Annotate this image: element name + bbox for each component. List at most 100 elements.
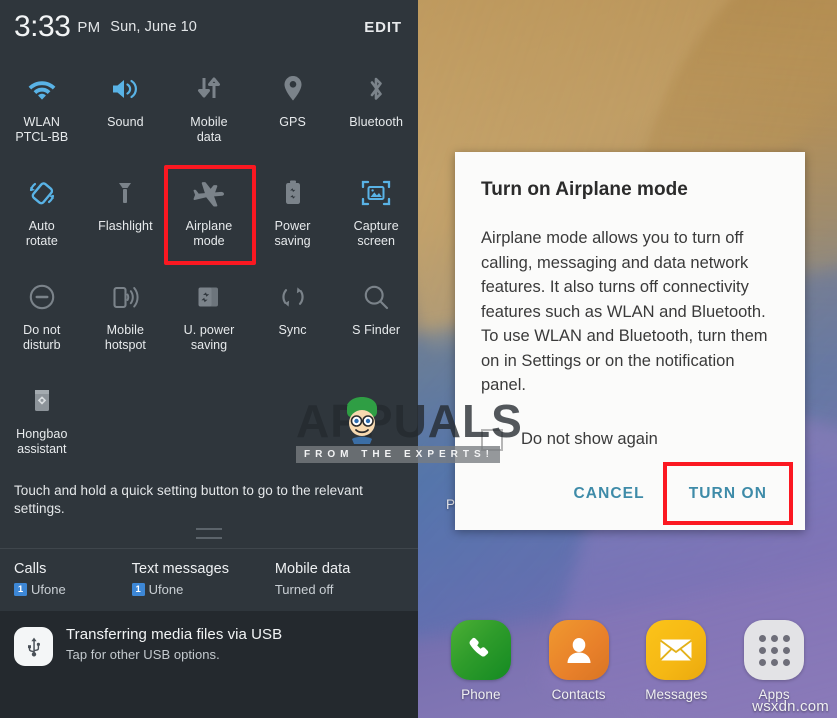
turn-on-button-wrapper: TURN ON [662,461,793,525]
apps-grid-icon [744,620,805,680]
sim-status-value-row: 1 Ufone [14,580,132,599]
quick-tile-sublabel: assistant [17,442,67,456]
apps-grid-dots [758,634,790,666]
notification-usb[interactable]: Transferring media files via USB Tap for… [0,623,418,666]
quick-tile-ultra-power-saving[interactable]: U. power saving [167,266,251,370]
dock-label: Phone [461,687,501,702]
bluetooth-icon [364,70,388,108]
quick-tile-label: Mobile [106,323,145,337]
airplane-mode-dialog: Turn on Airplane mode Airplane mode allo… [455,152,805,530]
quick-tile-label: Power [274,219,311,233]
clock-time: 3:33 [14,10,71,43]
sim-slot-badge: 1 [131,583,145,596]
home-screen-panel: P Turn on Airplane mode Airplane mode al… [418,0,837,718]
do-not-show-again-checkbox[interactable] [481,428,503,451]
quick-tile-label: Sync [278,323,307,337]
mobile-hotspot-icon [111,278,139,316]
messages-envelope-icon [646,620,707,680]
quick-tile-bluetooth[interactable]: Bluetooth [334,58,418,162]
quick-tile-sublabel: PTCL-BB [15,130,69,144]
quick-tile-label: Flashlight [98,219,153,233]
quick-tile-power-saving[interactable]: Power saving [251,162,335,266]
quick-tile-sublabel: data [196,130,222,144]
quick-tile-label: Airplane [185,219,233,233]
quick-tile-gps[interactable]: GPS [251,58,335,162]
dialog-actions: CANCEL TURN ON [481,461,793,525]
sim-slot-badge: 1 [14,583,27,596]
quick-tile-label: Bluetooth [349,115,404,129]
quick-tile-sublabel: screen [357,234,395,248]
sim-status-title: Calls [14,561,47,577]
sim-status-row: Calls 1 Ufone Text messages 1 Ufone Mobi… [0,549,418,611]
sim-status-value: Ufone [148,582,184,597]
quick-tile-sync[interactable]: Sync [251,266,335,370]
quick-tile-flashlight[interactable]: Flashlight [84,162,168,266]
dock-item-messages[interactable]: Messages [637,620,715,702]
s-finder-search-icon [361,278,391,316]
dock-label: Contacts [551,687,606,702]
quick-settings-hint: Touch and hold a quick setting button to… [14,483,363,516]
quick-tile-label: Sound [107,115,144,129]
clock-date: Sun, June 10 [110,19,197,35]
quick-tile-sublabel: saving [190,338,228,352]
sim-status-value: Ufone [31,582,66,597]
quick-tile-label: Do not [23,323,61,337]
cancel-button[interactable]: CANCEL [562,476,657,512]
quick-settings-row: Auto rotate Flashlight Airplane mode Pow… [0,162,418,266]
do-not-disturb-icon [27,278,57,316]
quick-tile-mobile-hotspot[interactable]: Mobile hotspot [84,266,168,370]
quick-tile-s-finder[interactable]: S Finder [334,266,418,370]
dock-item-contacts[interactable]: Contacts [540,620,618,702]
do-not-show-again-row[interactable]: Do not show again [481,428,779,451]
quick-tile-airplane-mode[interactable]: Airplane mode [167,162,251,266]
dock-label: Messages [645,687,708,702]
quick-tile-hongbao-assistant[interactable]: Hongbao assistant [0,370,84,474]
sound-icon [110,70,140,108]
airplane-icon [193,174,225,212]
dock-item-apps[interactable]: Apps [735,620,813,702]
notification-title: Transferring media files via USB [66,626,283,643]
quick-tile-capture-screen[interactable]: Capture screen [334,162,418,266]
obscured-app-label: P [446,497,456,512]
quick-settings-row: WLAN PTCL-BB Sound Mobile data GPS Bluet… [0,58,418,162]
notification-text: Transferring media files via USB Tap for… [66,625,282,664]
quick-tile-label: Hongbao [16,427,68,441]
sim-status-value-row: Turned off [275,580,418,599]
quick-tile-label: Auto [28,219,55,233]
home-dock: Phone Contacts Messages Apps [418,620,837,702]
sim-status-value: Turned off [274,582,334,597]
quick-tile-label: Mobile [190,115,228,129]
sim-status-text-messages[interactable]: Text messages 1 Ufone [131,560,275,599]
do-not-show-again-label: Do not show again [521,430,658,448]
edit-button[interactable]: EDIT [364,19,402,36]
usb-icon [14,627,53,666]
mobile-data-icon [194,70,224,108]
wifi-icon [27,70,57,108]
dock-item-phone[interactable]: Phone [442,620,520,702]
quick-settings-grid: WLAN PTCL-BB Sound Mobile data GPS Bluet… [0,54,418,474]
panel-drag-handle[interactable] [196,528,222,539]
quick-tile-wlan[interactable]: WLAN PTCL-BB [0,58,84,162]
sync-icon [278,278,308,316]
sim-status-title: Mobile data [274,561,351,577]
gps-pin-icon [281,70,305,108]
turn-on-button[interactable]: TURN ON [677,476,779,512]
quick-settings-row: Hongbao assistant [0,370,418,474]
quick-tile-sound[interactable]: Sound [84,58,168,162]
dialog-body-text: Airplane mode allows you to turn off cal… [481,229,768,394]
phone-icon [450,620,511,680]
quick-tile-label: Capture [353,219,399,233]
quick-tile-sublabel: mode [193,234,225,248]
sim-status-calls[interactable]: Calls 1 Ufone [14,560,132,599]
sim-status-mobile-data[interactable]: Mobile data Turned off [275,560,418,599]
quick-tile-auto-rotate[interactable]: Auto rotate [0,162,84,266]
sim-status-value-row: 1 Ufone [131,580,275,599]
quick-tile-do-not-disturb[interactable]: Do not disturb [0,266,84,370]
notification-area: Transferring media files via USB Tap for… [0,611,418,718]
contacts-icon [548,620,609,680]
quick-tile-label: U. power [183,323,235,337]
power-saving-icon [282,174,304,212]
quick-tile-label: WLAN [23,115,61,129]
site-watermark: wsxdn.com [752,698,829,715]
quick-tile-mobile-data[interactable]: Mobile data [167,58,251,162]
